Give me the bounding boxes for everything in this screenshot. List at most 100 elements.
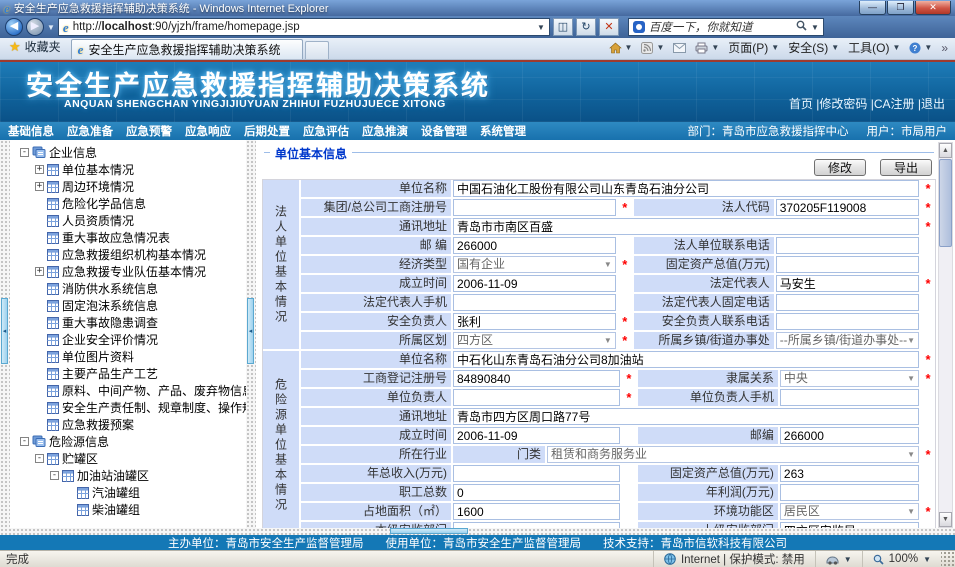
modify-button[interactable]: 修改 <box>814 159 866 176</box>
tree-item[interactable]: +应急救援组织机构基本情况 <box>12 246 246 263</box>
tree-item[interactable]: +应急救援专业队伍基本情况 <box>12 263 246 280</box>
form-input[interactable] <box>453 427 620 444</box>
form-select[interactable]: 国有企业▼ <box>453 256 616 273</box>
form-input[interactable] <box>780 465 919 482</box>
form-input[interactable] <box>780 427 919 444</box>
nav-item[interactable]: 应急预警 <box>126 123 172 139</box>
form-select[interactable]: --所属乡镇/街道办事处--▼ <box>776 332 919 349</box>
expand-icon[interactable]: + <box>35 267 44 276</box>
form-input[interactable] <box>776 256 919 273</box>
form-input[interactable] <box>453 218 919 235</box>
stop-button[interactable]: ✕ <box>599 18 619 36</box>
left-splitter[interactable]: ◂ <box>0 140 10 528</box>
tree-item[interactable]: +单位图片资料 <box>12 348 246 365</box>
form-input[interactable] <box>453 294 616 311</box>
tree-item[interactable]: +危险化学品信息 <box>12 195 246 212</box>
nav-item[interactable]: 应急推演 <box>362 123 408 139</box>
page-menu[interactable]: 页面(P)▼ <box>728 39 779 56</box>
tree-item[interactable]: +应急救援预案 <box>12 416 246 433</box>
form-select[interactable]: 四方区▼ <box>453 332 616 349</box>
tree-item[interactable]: +固定泡沫系统信息 <box>12 297 246 314</box>
tree-item[interactable]: +单位基本情况 <box>12 161 246 178</box>
collapse-icon[interactable]: - <box>20 148 29 157</box>
expand-icon[interactable]: + <box>35 165 44 174</box>
form-input[interactable] <box>453 389 620 406</box>
maximize-button[interactable]: ❐ <box>887 1 914 15</box>
form-input[interactable] <box>453 275 616 292</box>
form-select[interactable]: 中央▼ <box>780 370 919 387</box>
tree-item[interactable]: +主要产品生产工艺 <box>12 365 246 382</box>
header-link[interactable]: 退出 <box>921 97 945 111</box>
bottom-splitter-handle[interactable] <box>390 528 468 534</box>
scroll-down-icon[interactable]: ▼ <box>939 512 952 527</box>
tree-item[interactable]: +原料、中间产物、产品、废弃物信息 <box>12 382 246 399</box>
header-link[interactable]: 首页 <box>789 97 813 111</box>
expand-icon[interactable]: + <box>35 182 44 191</box>
safety-menu[interactable]: 安全(S)▼ <box>788 39 839 56</box>
forward-button[interactable]: ▶ <box>26 18 44 36</box>
form-input[interactable] <box>776 199 919 216</box>
address-input[interactable]: e http://localhost:90/yjzh/frame/homepag… <box>58 18 550 36</box>
search-dropdown-icon[interactable]: ▼ <box>811 23 819 32</box>
tree-item[interactable]: -加油站油罐区 <box>12 467 246 484</box>
nav-item[interactable]: 应急准备 <box>67 123 113 139</box>
command-overflow-icon[interactable]: » <box>941 41 948 55</box>
close-button[interactable]: ✕ <box>915 1 951 15</box>
scrollbar-thumb[interactable] <box>939 159 952 247</box>
form-input[interactable] <box>453 313 616 330</box>
nav-item[interactable]: 应急评估 <box>303 123 349 139</box>
tree-item[interactable]: +人员资质情况 <box>12 212 246 229</box>
collapse-icon[interactable]: - <box>35 454 44 463</box>
print-dropdown-icon[interactable]: ▼ <box>711 43 719 52</box>
favorites-button[interactable]: ★ 收藏夹 <box>3 38 71 59</box>
header-link[interactable]: CA注册 <box>874 97 915 111</box>
nav-item[interactable]: 后期处置 <box>244 123 290 139</box>
header-link[interactable]: 修改密码 <box>819 97 867 111</box>
compatibility-view-button[interactable]: ◫ <box>553 18 573 36</box>
search-icon[interactable] <box>796 20 807 34</box>
back-button[interactable]: ◀ <box>5 18 23 36</box>
browser-tab[interactable]: e 安全生产应急救援指挥辅助决策系统 <box>71 39 303 59</box>
tree-item[interactable]: +柴油罐组 <box>12 501 246 518</box>
form-input[interactable] <box>776 294 919 311</box>
help-dropdown-icon[interactable]: ▼ <box>924 43 932 52</box>
status-privacy[interactable]: ▼ <box>815 551 862 567</box>
status-zoom[interactable]: 100% ▼ <box>862 551 941 567</box>
form-input[interactable] <box>453 465 620 482</box>
form-input[interactable] <box>776 275 919 292</box>
form-input[interactable] <box>453 370 620 387</box>
form-input[interactable] <box>453 351 919 368</box>
nav-item[interactable]: 应急响应 <box>185 123 231 139</box>
export-button[interactable]: 导出 <box>880 159 932 176</box>
tree-item[interactable]: +企业安全评价情况 <box>12 331 246 348</box>
nav-item[interactable]: 设备管理 <box>421 123 467 139</box>
address-dropdown-icon[interactable]: ▼ <box>537 23 545 32</box>
form-input[interactable] <box>453 408 919 425</box>
feeds-dropdown-icon[interactable]: ▼ <box>656 43 664 52</box>
nav-item[interactable]: 系统管理 <box>480 123 526 139</box>
tree-item[interactable]: -贮罐区 <box>12 450 246 467</box>
zoom-dropdown-icon[interactable]: ▼ <box>923 555 931 564</box>
collapse-icon[interactable]: - <box>50 471 59 480</box>
tree-item[interactable]: +重大事故隐患调查 <box>12 314 246 331</box>
history-dropdown-icon[interactable]: ▼ <box>47 23 55 32</box>
search-input[interactable]: 百度一下，你就知道 ▼ <box>628 18 824 36</box>
tree-splitter-collapse-handle[interactable]: ◂ <box>247 298 254 364</box>
form-select[interactable]: 租赁和商务服务业▼ <box>547 446 919 463</box>
tools-menu[interactable]: 工具(O)▼ <box>848 39 900 56</box>
form-input[interactable] <box>776 237 919 254</box>
nav-item[interactable]: 基础信息 <box>8 123 54 139</box>
form-input[interactable] <box>780 389 919 406</box>
form-input[interactable] <box>453 484 620 501</box>
left-splitter-collapse-handle[interactable]: ◂ <box>1 298 8 364</box>
form-input[interactable] <box>780 484 919 501</box>
tree-item[interactable]: +汽油罐组 <box>12 484 246 501</box>
scroll-up-icon[interactable]: ▲ <box>939 143 952 158</box>
main-scrollbar[interactable]: ▲ ▼ <box>938 142 953 528</box>
new-tab-button[interactable] <box>305 41 329 59</box>
tree-splitter[interactable]: ◂ <box>246 140 256 528</box>
form-input[interactable] <box>776 313 919 330</box>
form-input[interactable] <box>453 199 616 216</box>
home-button[interactable]: ▼ <box>609 42 633 54</box>
mail-button[interactable] <box>673 43 686 53</box>
